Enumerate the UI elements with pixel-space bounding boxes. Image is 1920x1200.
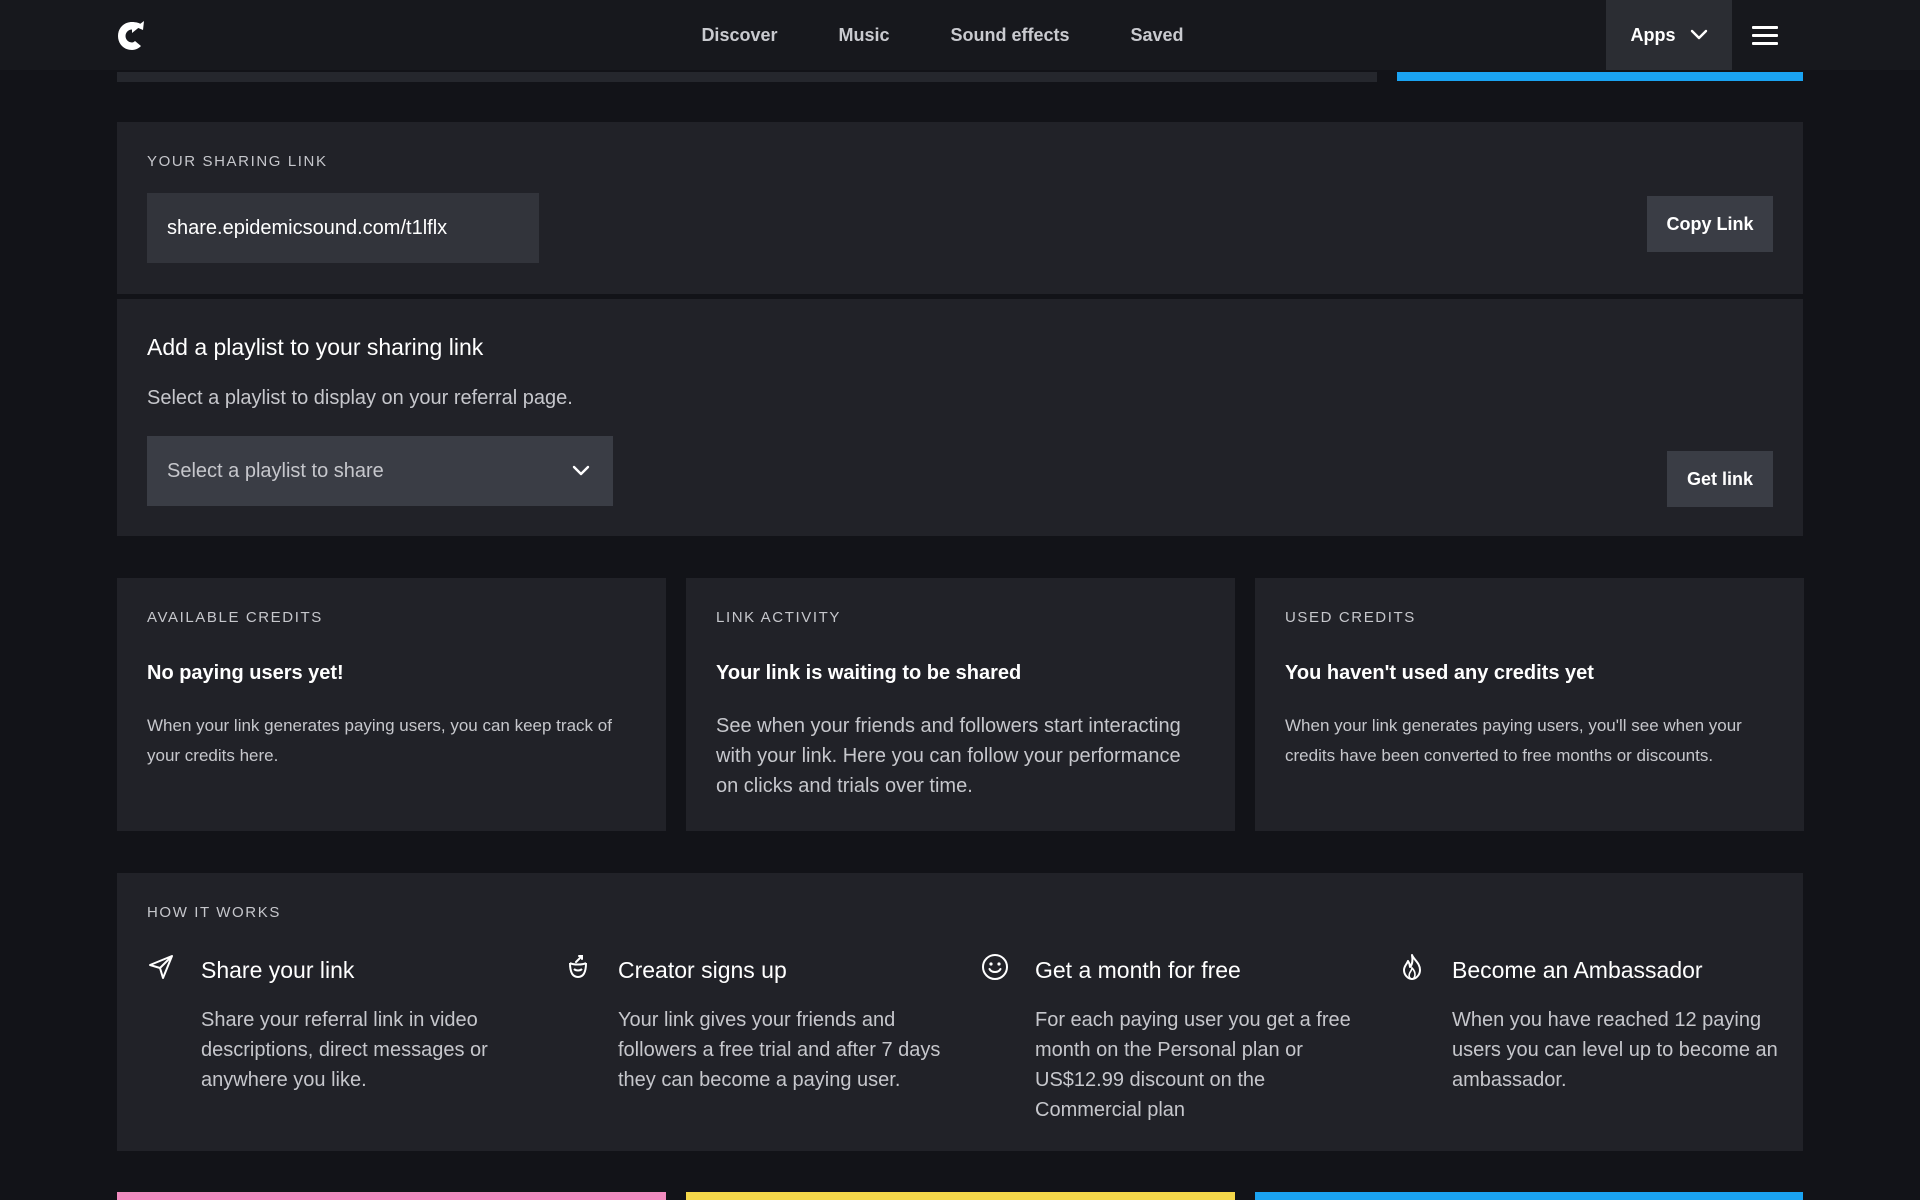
playlist-title: Add a playlist to your sharing link bbox=[147, 334, 484, 360]
step-body: Your link gives your friends and followe… bbox=[618, 1009, 941, 1091]
link-activity-card: LINK ACTIVITY Your link is waiting to be… bbox=[686, 578, 1235, 831]
card-label: USED CREDITS bbox=[1285, 609, 1416, 626]
sharing-link-label: YOUR SHARING LINK bbox=[147, 153, 328, 170]
epidemic-logo-icon[interactable] bbox=[116, 20, 146, 52]
card-label: LINK ACTIVITY bbox=[716, 609, 841, 626]
playlist-description: Select a playlist to display on your ref… bbox=[147, 387, 573, 409]
sharing-link-input[interactable] bbox=[147, 193, 539, 263]
step-body: When you have reached 12 paying users yo… bbox=[1452, 1009, 1778, 1091]
how-it-works-label: HOW IT WORKS bbox=[147, 904, 281, 921]
card-label: AVAILABLE CREDITS bbox=[147, 609, 323, 626]
chevron-down-icon bbox=[1690, 29, 1707, 40]
step-title: Become an Ambassador bbox=[1452, 957, 1703, 983]
nav-saved[interactable]: Saved bbox=[1131, 25, 1184, 46]
tab-bar-track bbox=[117, 72, 1377, 82]
tab-bar-active bbox=[1397, 72, 1803, 81]
available-credits-card: AVAILABLE CREDITS No paying users yet! W… bbox=[117, 578, 666, 831]
playlist-panel: Add a playlist to your sharing link Sele… bbox=[117, 299, 1803, 536]
apps-button[interactable]: Apps bbox=[1606, 0, 1732, 70]
step-title: Creator signs up bbox=[618, 957, 787, 983]
top-navigation: Discover Music Sound effects Saved Apps bbox=[0, 0, 1920, 70]
card-title: Your link is waiting to be shared bbox=[716, 662, 1022, 684]
chevron-down-icon bbox=[572, 465, 590, 476]
step-title: Share your link bbox=[201, 957, 355, 983]
step-title: Get a month for free bbox=[1035, 957, 1241, 983]
bottom-card-pink-edge bbox=[117, 1192, 666, 1200]
step-body: Share your referral link in video descri… bbox=[201, 1009, 488, 1091]
nav-music[interactable]: Music bbox=[838, 25, 889, 46]
card-body: When your link generates paying users, y… bbox=[1285, 716, 1742, 765]
step-body: For each paying user you get a free mont… bbox=[1035, 1009, 1351, 1121]
paper-plane-icon bbox=[149, 955, 173, 979]
smiley-icon bbox=[982, 954, 1008, 980]
playlist-select-value: Select a playlist to share bbox=[167, 459, 384, 482]
card-body: When your link generates paying users, y… bbox=[147, 716, 612, 765]
how-it-works-panel: HOW IT WORKS Share your link Share your … bbox=[117, 873, 1803, 1151]
bottom-card-blue-edge bbox=[1255, 1192, 1803, 1200]
signup-icon bbox=[569, 955, 587, 979]
apps-label: Apps bbox=[1630, 24, 1676, 45]
copy-link-button[interactable]: Copy Link bbox=[1647, 196, 1773, 252]
hamburger-icon[interactable] bbox=[1752, 20, 1782, 50]
bottom-card-yellow-edge bbox=[686, 1192, 1235, 1200]
get-link-button[interactable]: Get link bbox=[1667, 451, 1773, 507]
sharing-link-panel: YOUR SHARING LINK Copy Link bbox=[117, 122, 1803, 294]
card-title: No paying users yet! bbox=[147, 662, 344, 684]
card-title: You haven't used any credits yet bbox=[1285, 662, 1594, 684]
playlist-select[interactable]: Select a playlist to share bbox=[147, 436, 613, 506]
used-credits-card: USED CREDITS You haven't used any credit… bbox=[1255, 578, 1804, 831]
card-body: See when your friends and followers star… bbox=[716, 715, 1181, 797]
nav-discover[interactable]: Discover bbox=[701, 25, 777, 46]
nav-sound-effects[interactable]: Sound effects bbox=[951, 25, 1070, 46]
flame-icon bbox=[1403, 954, 1421, 980]
